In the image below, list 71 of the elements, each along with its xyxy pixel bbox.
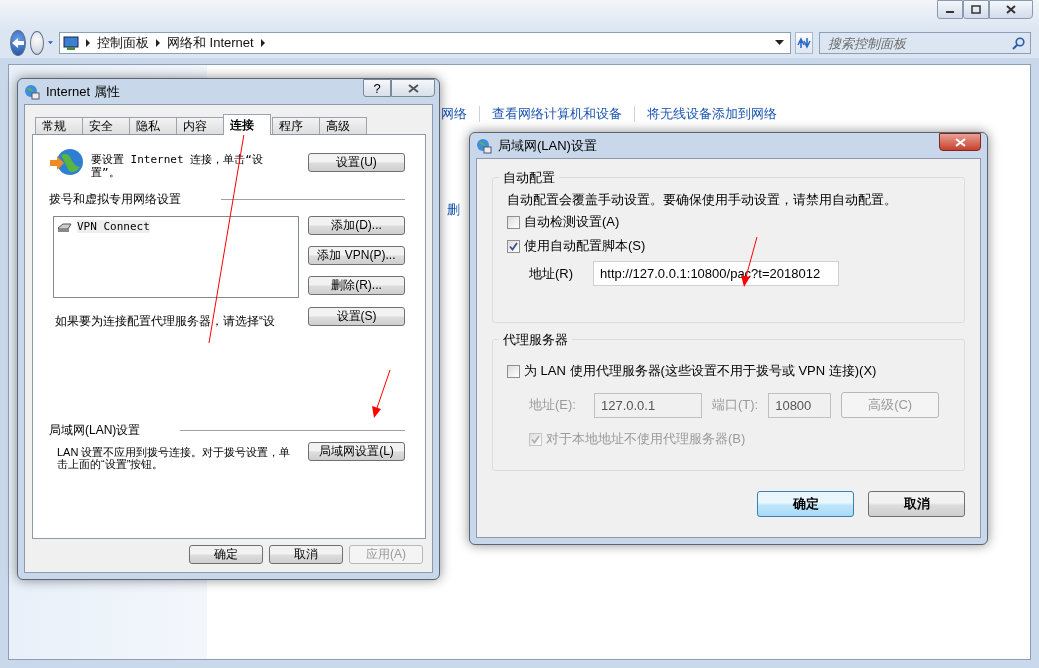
- task-link[interactable]: 网络: [441, 105, 467, 123]
- settings-button[interactable]: 设置(S): [308, 307, 405, 326]
- field-label: 地址(R): [529, 264, 574, 283]
- settings-button[interactable]: 设置(U): [308, 153, 405, 172]
- tab[interactable]: 隐私: [129, 117, 177, 134]
- forward-button[interactable]: [30, 31, 45, 55]
- group-heading: 代理服务器: [499, 331, 572, 349]
- tab[interactable]: 安全: [82, 117, 130, 134]
- window-title: 局域网(LAN)设置: [498, 136, 597, 155]
- close-button[interactable]: [939, 133, 981, 151]
- control-panel-icon: [63, 35, 79, 51]
- breadcrumb-item[interactable]: 控制面板: [97, 34, 149, 52]
- description-text: 自动配置会覆盖手动设置。要确保使用手动设置，请禁用自动配置。: [507, 192, 898, 207]
- close-icon: [954, 137, 966, 147]
- address-bar[interactable]: 控制面板 网络和 Internet: [59, 32, 791, 54]
- refresh-icon: [796, 36, 812, 50]
- globe-icon: [476, 137, 492, 154]
- tab[interactable]: 程序: [272, 117, 320, 134]
- group-heading: 自动配置: [499, 169, 559, 187]
- close-button[interactable]: [989, 0, 1033, 19]
- connection-list[interactable]: VPN Connect: [53, 216, 299, 298]
- caret-icon[interactable]: [775, 40, 784, 46]
- tab[interactable]: 内容: [176, 117, 224, 134]
- breadcrumb-item[interactable]: 网络和 Internet: [167, 34, 254, 52]
- minimize-button[interactable]: [937, 0, 963, 19]
- lan-settings-button[interactable]: 局域网设置(L): [308, 442, 405, 461]
- refresh-button[interactable]: [795, 32, 813, 54]
- script-address-field[interactable]: http://127.0.0.1:10800/pac?t=2018012: [593, 261, 840, 286]
- connection-button[interactable]: 添加(D)...: [308, 216, 405, 235]
- task-link[interactable]: 查看网络计算机和设备: [492, 105, 622, 123]
- close-icon: [407, 83, 419, 93]
- network-icon: [57, 220, 73, 233]
- checkbox-label[interactable]: 使用自动配置脚本(S): [524, 237, 646, 255]
- checkbox-label[interactable]: 为 LAN 使用代理服务器(这些设置不用于拨号或 VPN 连接)(X): [524, 362, 877, 380]
- task-link[interactable]: 将无线设备添加到网络: [647, 105, 777, 123]
- checkbox[interactable]: [507, 364, 520, 378]
- section-heading: 局域网(LAN)设置: [49, 422, 141, 439]
- dialog-button[interactable]: 取消: [868, 491, 965, 517]
- window-title: Internet 属性: [46, 82, 120, 101]
- globe-icon: [24, 83, 40, 100]
- tab[interactable]: 常规: [35, 117, 83, 134]
- connection-button[interactable]: 添加 VPN(P)...: [308, 246, 405, 265]
- task-link[interactable]: 删: [447, 202, 460, 217]
- connection-button[interactable]: 删除(R)...: [308, 276, 405, 295]
- tab[interactable]: 高级: [319, 117, 367, 134]
- search-field[interactable]: 搜索控制面板: [819, 32, 1031, 54]
- field-label: 地址(E):: [529, 396, 576, 414]
- search-icon: [1012, 37, 1025, 50]
- tab[interactable]: 连接: [223, 114, 271, 135]
- checkbox[interactable]: [507, 215, 520, 229]
- chevron-icon[interactable]: [259, 39, 266, 47]
- back-arrow-icon: [11, 37, 25, 49]
- chevron-icon[interactable]: [85, 39, 91, 47]
- connection-item[interactable]: VPN Connect: [57, 220, 295, 233]
- annotation-arrow: [372, 369, 391, 418]
- checkbox[interactable]: [507, 239, 520, 253]
- close-icon: [1006, 5, 1016, 14]
- back-button[interactable]: [10, 30, 26, 56]
- maximize-button[interactable]: [963, 0, 989, 19]
- dialog-button[interactable]: 取消: [269, 545, 343, 564]
- instruction-text: 如果要为连接配置代理服务器，请选择“设: [55, 313, 275, 330]
- field-label: 端口(T):: [711, 396, 759, 414]
- chevron-icon[interactable]: [155, 39, 161, 47]
- close-button[interactable]: [391, 79, 435, 97]
- section-heading: 拨号和虚拟专用网络设置: [49, 191, 181, 208]
- instruction-text: LAN 设置不应用到拨号连接。对于拨号设置，单击上面的“设置”按钮。: [57, 445, 292, 470]
- dialog-button[interactable]: 确定: [189, 545, 263, 564]
- help-button[interactable]: ?: [363, 79, 391, 97]
- checkbox-label[interactable]: 自动检测设置(A): [524, 213, 620, 231]
- restore-icon: [971, 5, 981, 14]
- dialog-button[interactable]: 确定: [757, 491, 854, 517]
